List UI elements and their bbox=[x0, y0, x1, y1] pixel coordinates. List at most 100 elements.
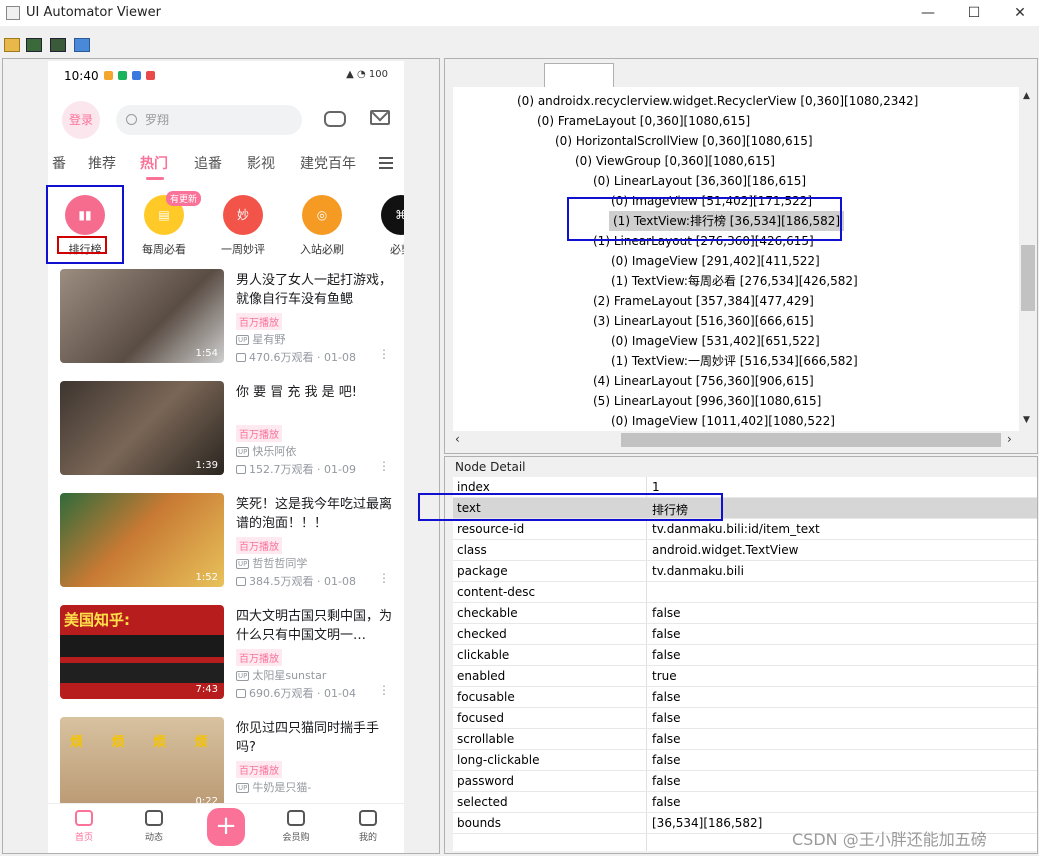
category-must-watch[interactable]: ◎ 入站必刷 bbox=[282, 189, 362, 257]
video-card[interactable]: 1:52 笑死！这是我今年吃过最离谱的泡面！！！ 百万播放 UP 哲哲哲同学 38… bbox=[60, 493, 404, 597]
tree-node[interactable]: (2) FrameLayout [357,384][477,429] bbox=[593, 291, 814, 311]
detail-row-checkable[interactable]: checkable false bbox=[453, 603, 1037, 624]
menu-icon[interactable] bbox=[379, 157, 393, 169]
video-card[interactable]: 1:54 男人没了女人一起打游戏，就像自行车没有鱼鳃 百万播放 UP 星有野 47… bbox=[60, 269, 404, 373]
game-controller-icon[interactable] bbox=[324, 111, 346, 127]
detail-row-scrollable[interactable]: scrollable false bbox=[453, 729, 1037, 750]
save-icon[interactable] bbox=[74, 38, 90, 52]
nav-dynamic[interactable]: 动态 bbox=[124, 808, 184, 843]
detail-row-selected[interactable]: selected false bbox=[453, 792, 1037, 813]
tab-hot[interactable]: 热门 bbox=[140, 153, 168, 173]
scroll-left-icon[interactable]: ‹ bbox=[455, 432, 460, 446]
window-title: UI Automator Viewer bbox=[26, 5, 162, 20]
video-meta: 690.6万观看 · 01-04 bbox=[236, 685, 356, 701]
publish-button[interactable]: + bbox=[207, 808, 245, 846]
more-icon[interactable]: ⋮ bbox=[378, 683, 390, 697]
login-button[interactable]: 登录 bbox=[62, 101, 100, 139]
video-duration: 1:54 bbox=[195, 348, 218, 359]
tab-movies[interactable]: 影视 bbox=[247, 153, 275, 173]
tree-node[interactable]: (0) androidx.recyclerview.widget.Recycle… bbox=[517, 91, 918, 111]
detail-row-resource-id[interactable]: resource-id tv.danmaku.bili:id/item_text bbox=[453, 519, 1037, 540]
tree-node[interactable]: (5) LinearLayout [996,360][1080,615] bbox=[593, 391, 821, 411]
device-screenshot-icon[interactable] bbox=[26, 38, 42, 52]
vertical-scrollbar[interactable]: ▲ ▼ bbox=[1019, 87, 1037, 431]
view-count: 384.5万观看 · 01-08 bbox=[249, 575, 356, 588]
uploader: UP 快乐阿依 bbox=[236, 443, 296, 459]
tree-node[interactable]: (0) ImageView [531,402][651,522] bbox=[611, 331, 820, 351]
video-card[interactable]: 1:39 你 要 冒 充 我 是 吧! 百万播放 UP 快乐阿依 152.7万观看… bbox=[60, 381, 404, 485]
more-icon[interactable]: ⋮ bbox=[378, 571, 390, 585]
detail-row-enabled[interactable]: enabled true bbox=[453, 666, 1037, 687]
tree-node[interactable]: (4) LinearLayout [756,360][906,615] bbox=[593, 371, 814, 391]
tab-follow-anime[interactable]: 追番 bbox=[194, 153, 222, 173]
view-badge: 百万播放 bbox=[236, 649, 282, 666]
tree-node[interactable]: (0) HorizontalScrollView [0,360][1080,61… bbox=[555, 131, 813, 151]
tree-node[interactable]: (0) ImageView [1011,402][1080,522] bbox=[611, 411, 835, 431]
tree-node[interactable]: (0) FrameLayout [0,360][1080,615] bbox=[537, 111, 750, 131]
tab-recommend[interactable]: 推荐 bbox=[88, 153, 116, 173]
detail-row-long-clickable[interactable]: long-clickable false bbox=[453, 750, 1037, 771]
scroll-up-icon[interactable]: ▲ bbox=[1023, 91, 1030, 101]
detail-key: focusable bbox=[457, 690, 515, 704]
tree-node[interactable]: (0) LinearLayout [36,360][186,615] bbox=[593, 171, 806, 191]
detail-row-clickable[interactable]: clickable false bbox=[453, 645, 1037, 666]
detail-row-checked[interactable]: checked false bbox=[453, 624, 1037, 645]
tree-node[interactable]: (0) ViewGroup [0,360][1080,615] bbox=[575, 151, 775, 171]
detail-row-content-desc[interactable]: content-desc bbox=[453, 582, 1037, 603]
detail-value: false bbox=[652, 774, 681, 788]
minimize-button[interactable]: — bbox=[905, 0, 951, 26]
thumbnail-caption: 烦 烦 烦 烦 bbox=[70, 735, 220, 750]
device-screenshot[interactable]: 10:40 ▲ ◔ 100 登录 罗翔 番 推荐 热门 追番 影视 建党百年 ▮… bbox=[48, 61, 404, 853]
close-button[interactable]: ✕ bbox=[997, 0, 1039, 26]
tab-party-centenary[interactable]: 建党百年 bbox=[300, 153, 356, 173]
detail-row-focused[interactable]: focused false bbox=[453, 708, 1037, 729]
detail-row-focusable[interactable]: focusable false bbox=[453, 687, 1037, 708]
review-icon: 妙 bbox=[223, 195, 263, 235]
video-card[interactable]: 美国知乎: 7:43 四大文明古国只剩中国，为什么只有中国文明一… 百万播放 U… bbox=[60, 605, 404, 709]
tree-node[interactable]: (0) ImageView [291,402][411,522] bbox=[611, 251, 820, 271]
detail-key: password bbox=[457, 774, 514, 788]
scroll-down-icon[interactable]: ▼ bbox=[1023, 415, 1030, 425]
nav-home[interactable]: 首页 bbox=[54, 808, 114, 843]
notification-icon bbox=[132, 71, 141, 80]
more-icon[interactable]: ⋮ bbox=[378, 459, 390, 473]
notification-icon bbox=[104, 71, 113, 80]
thumbnail-caption: 美国知乎: bbox=[64, 611, 130, 629]
category-label: 必剪 bbox=[390, 243, 404, 256]
category-weekly-review[interactable]: 妙 一周妙评 bbox=[203, 189, 283, 257]
scrollbar-thumb[interactable] bbox=[621, 433, 1001, 447]
open-folder-icon[interactable] bbox=[4, 38, 20, 52]
detail-key: resource-id bbox=[457, 522, 525, 536]
hierarchy-tab[interactable] bbox=[544, 63, 614, 87]
tree-node[interactable]: (1) TextView:一周妙评 [516,534][666,582] bbox=[611, 351, 858, 371]
nav-mine[interactable]: 我的 bbox=[338, 808, 398, 843]
tv-icon bbox=[359, 810, 377, 826]
search-input[interactable]: 罗翔 bbox=[116, 105, 302, 135]
detail-value: 1 bbox=[652, 480, 660, 494]
scrollbar-thumb[interactable] bbox=[1021, 245, 1035, 311]
detail-row-class[interactable]: class android.widget.TextView bbox=[453, 540, 1037, 561]
maximize-button[interactable]: ☐ bbox=[951, 0, 997, 26]
detail-value: false bbox=[652, 606, 681, 620]
status-bar: 10:40 ▲ ◔ 100 bbox=[48, 61, 404, 91]
tree-node[interactable]: (3) LinearLayout [516,360][666,615] bbox=[593, 311, 814, 331]
tree-node[interactable]: (1) TextView:每周必看 [276,534][426,582] bbox=[611, 271, 858, 291]
category-label: 一周妙评 bbox=[221, 243, 265, 256]
play-count-icon bbox=[236, 689, 246, 698]
tab-anime[interactable]: 番 bbox=[52, 153, 66, 173]
scroll-right-icon[interactable]: › bbox=[1007, 432, 1012, 446]
detail-row-password[interactable]: password false bbox=[453, 771, 1037, 792]
hierarchy-tree[interactable]: (0) androidx.recyclerview.widget.Recycle… bbox=[453, 87, 1019, 431]
detail-row-package[interactable]: package tv.danmaku.bili bbox=[453, 561, 1037, 582]
nav-vip-shop[interactable]: 会员购 bbox=[266, 808, 326, 843]
horizontal-scrollbar[interactable]: ‹ › bbox=[453, 431, 1019, 449]
play-count-icon bbox=[236, 465, 246, 474]
device-screenshot-compressed-icon[interactable] bbox=[50, 38, 66, 52]
selection-box bbox=[57, 236, 107, 254]
app-icon bbox=[6, 6, 20, 20]
uploader: UP 牛奶是只猫- bbox=[236, 779, 311, 795]
category-bijian[interactable]: ⌘ 必剪 bbox=[361, 189, 404, 257]
mail-icon[interactable] bbox=[370, 110, 390, 125]
view-count: 470.6万观看 · 01-08 bbox=[249, 351, 356, 364]
more-icon[interactable]: ⋮ bbox=[378, 347, 390, 361]
